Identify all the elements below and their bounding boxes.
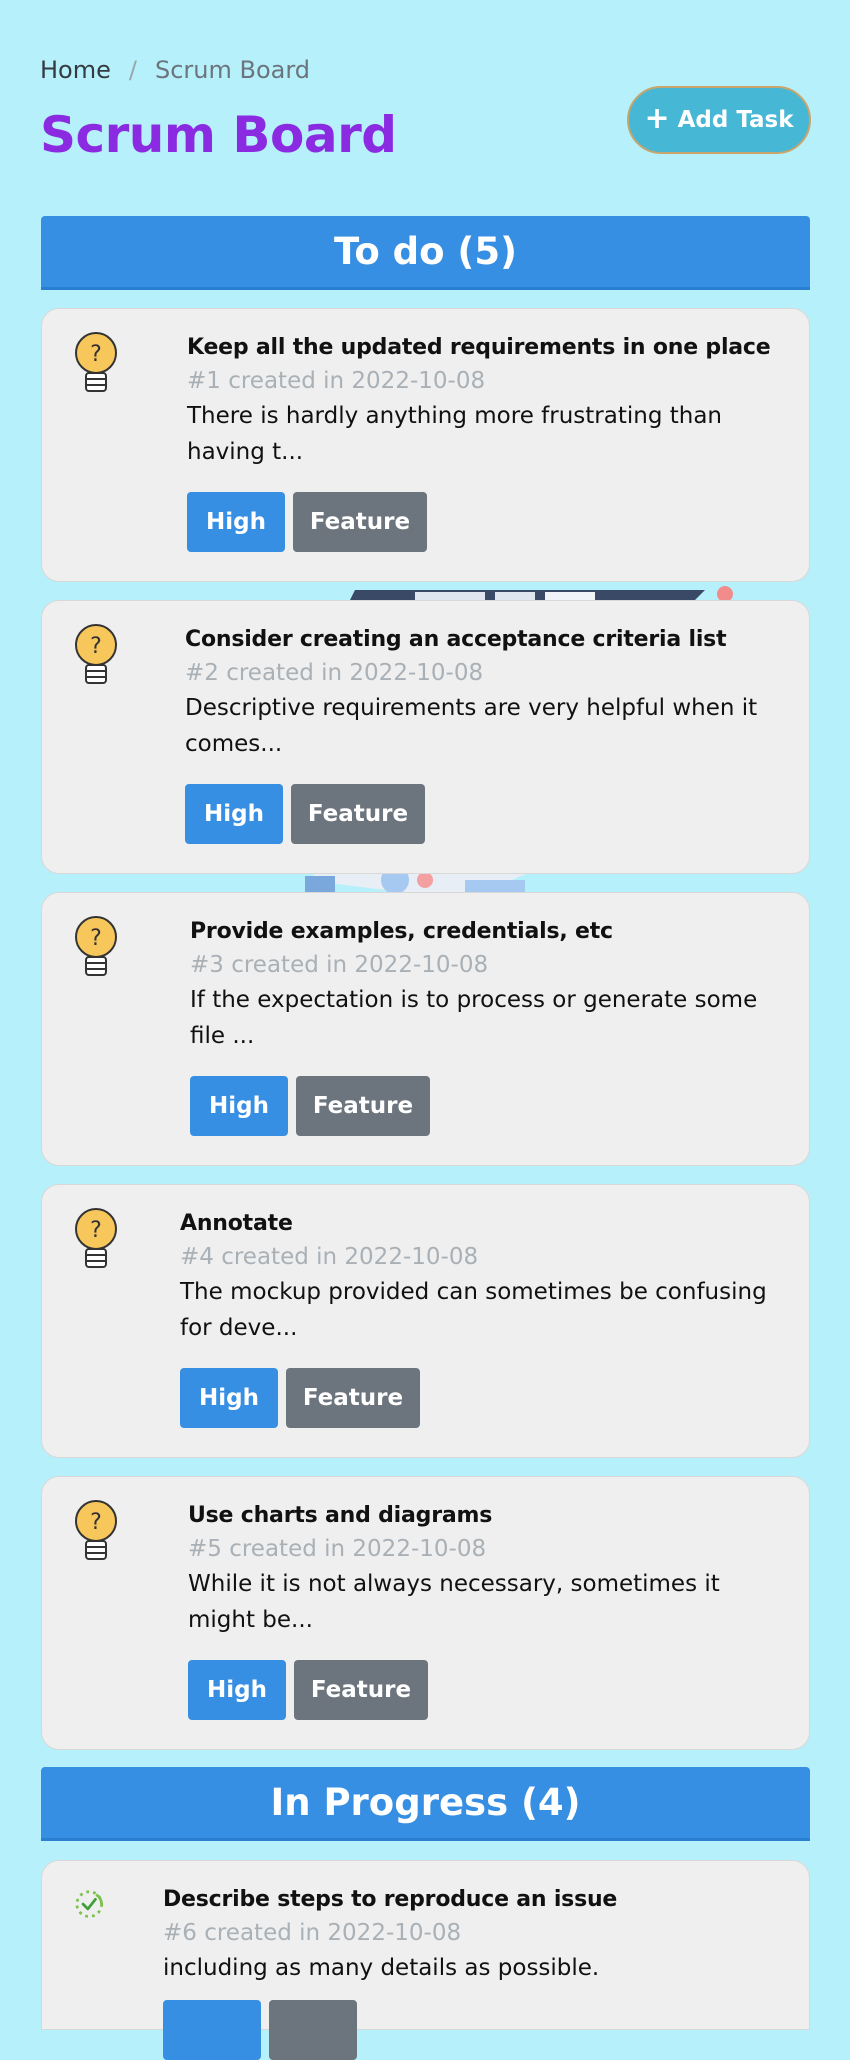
task-card[interactable]: ? Annotate #4 created in 2022-10-08 The … (41, 1184, 810, 1458)
task-description: While it is not always necessary, someti… (188, 1571, 720, 1633)
breadcrumb: Home / Scrum Board (40, 56, 310, 84)
priority-badge: High (185, 784, 283, 844)
task-description: The mockup provided can sometimes be con… (180, 1279, 767, 1341)
svg-text:?: ? (90, 634, 102, 659)
column-header-in-progress: In Progress (4) (41, 1767, 810, 1841)
priority-badge (163, 2000, 261, 2060)
svg-text:?: ? (90, 342, 102, 367)
task-meta: #3 created in 2022-10-08 (190, 952, 489, 978)
column-header-todo: To do (5) (41, 216, 810, 290)
task-card[interactable]: ? Provide examples, credentials, etc #3 … (41, 892, 810, 1166)
task-title[interactable]: Consider creating an acceptance criteria… (185, 627, 787, 652)
task-card[interactable]: Describe steps to reproduce an issue #6 … (41, 1860, 810, 2060)
type-badge (269, 2000, 357, 2060)
lightbulb-question-icon: ? (75, 1500, 117, 1560)
type-badge: Feature (296, 1076, 430, 1136)
lightbulb-question-icon: ? (75, 916, 117, 976)
type-badge: Feature (293, 492, 427, 552)
task-description: There is hardly anything more frustratin… (187, 403, 722, 465)
task-meta: #6 created in 2022-10-08 (163, 1920, 462, 1946)
add-task-label: Add Task (677, 107, 794, 133)
task-description: including as many details as possible. (163, 1955, 600, 1981)
task-card[interactable]: ? Use charts and diagrams #5 created in … (41, 1476, 810, 1750)
breadcrumb-separator: / (128, 56, 137, 84)
task-card[interactable]: ? Consider creating an acceptance criter… (41, 600, 810, 874)
svg-text:?: ? (90, 926, 102, 951)
task-meta: #5 created in 2022-10-08 (188, 1536, 487, 1562)
lightbulb-question-icon: ? (75, 332, 117, 392)
progress-check-icon (75, 1890, 103, 1918)
task-title[interactable]: Describe steps to reproduce an issue (163, 1887, 787, 1912)
page-title: Scrum Board (40, 106, 397, 164)
task-meta: #2 created in 2022-10-08 (185, 660, 484, 686)
task-title[interactable]: Keep all the updated requirements in one… (187, 335, 787, 360)
task-title[interactable]: Provide examples, credentials, etc (190, 919, 787, 944)
task-meta: #4 created in 2022-10-08 (180, 1244, 479, 1270)
task-description: If the expectation is to process or gene… (190, 987, 758, 1049)
task-title[interactable]: Use charts and diagrams (188, 1503, 787, 1528)
svg-text:?: ? (90, 1218, 102, 1243)
lightbulb-question-icon: ? (75, 624, 117, 684)
task-meta: #1 created in 2022-10-08 (187, 368, 486, 394)
type-badge: Feature (291, 784, 425, 844)
add-task-button[interactable]: + Add Task (627, 86, 811, 154)
lightbulb-question-icon: ? (75, 1208, 117, 1268)
breadcrumb-current: Scrum Board (154, 56, 311, 84)
svg-text:?: ? (90, 1510, 102, 1535)
plus-icon: + (644, 100, 670, 136)
task-description: Descriptive requirements are very helpfu… (185, 695, 758, 757)
priority-badge: High (188, 1660, 286, 1720)
task-title[interactable]: Annotate (180, 1211, 787, 1236)
priority-badge: High (190, 1076, 288, 1136)
breadcrumb-home-link[interactable]: Home (40, 56, 111, 84)
task-card[interactable]: ? Keep all the updated requirements in o… (41, 308, 810, 582)
priority-badge: High (180, 1368, 278, 1428)
type-badge: Feature (286, 1368, 420, 1428)
type-badge: Feature (294, 1660, 428, 1720)
priority-badge: High (187, 492, 285, 552)
